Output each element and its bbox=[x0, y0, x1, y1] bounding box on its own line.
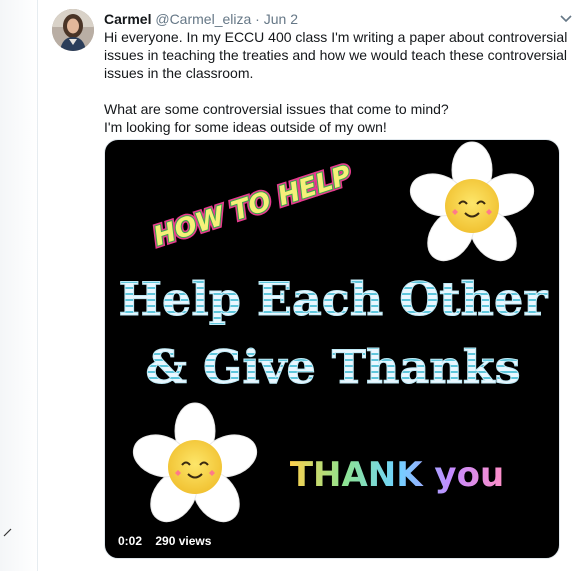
tweet-text-line: What are some controversial issues that … bbox=[104, 101, 449, 117]
tweet-header: Carmel @Carmel_eliza · Jun 2 bbox=[104, 10, 573, 28]
tweet-text-line: Hi everyone. In my ECCU 400 class I'm wr… bbox=[104, 29, 568, 45]
video-time: 0:02 bbox=[118, 534, 143, 548]
video-title-line-2: & Give Thanks bbox=[145, 340, 520, 394]
cursor-mark-icon bbox=[3, 528, 12, 537]
thank-you-text: THANK you bbox=[290, 455, 504, 495]
avatar[interactable] bbox=[52, 9, 94, 51]
tweet[interactable]: Carmel @Carmel_eliza · Jun 2 Hi everyone… bbox=[38, 0, 583, 571]
chevron-down-icon[interactable] bbox=[559, 14, 573, 24]
avatar-photo bbox=[52, 9, 94, 51]
video-meta: 0:02 290 views bbox=[118, 534, 211, 548]
how-to-help-banner: HOW TO HELP HOW TO HELP bbox=[148, 158, 358, 255]
left-sidebar-edge bbox=[0, 0, 38, 571]
user-handle[interactable]: @Carmel_eliza bbox=[155, 11, 251, 27]
video-frame: HOW TO HELP HOW TO HELP Help Each Other … bbox=[118, 141, 549, 523]
banner-text: HOW TO HELP bbox=[150, 160, 355, 252]
video-views: 290 views bbox=[155, 534, 212, 548]
video-title-line-1: Help Each Other bbox=[119, 272, 549, 326]
twitter-timeline: Carmel @Carmel_eliza · Jun 2 Hi everyone… bbox=[0, 0, 583, 571]
video-player[interactable]: HOW TO HELP HOW TO HELP Help Each Other … bbox=[104, 139, 560, 559]
flower-icon bbox=[132, 402, 258, 523]
separator-dot: · bbox=[255, 11, 260, 27]
tweet-text-line: issues in the classroom. bbox=[104, 65, 254, 81]
tweet-text-line: I'm looking for some ideas outside of my… bbox=[104, 119, 387, 135]
display-name[interactable]: Carmel bbox=[104, 11, 151, 27]
tweet-date[interactable]: Jun 2 bbox=[264, 11, 298, 27]
tweet-text-line: issues in teaching the treaties and how … bbox=[104, 47, 568, 63]
flower-icon bbox=[409, 141, 535, 262]
tweet-text: Hi everyone. In my ECCU 400 class I'm wr… bbox=[104, 28, 574, 136]
